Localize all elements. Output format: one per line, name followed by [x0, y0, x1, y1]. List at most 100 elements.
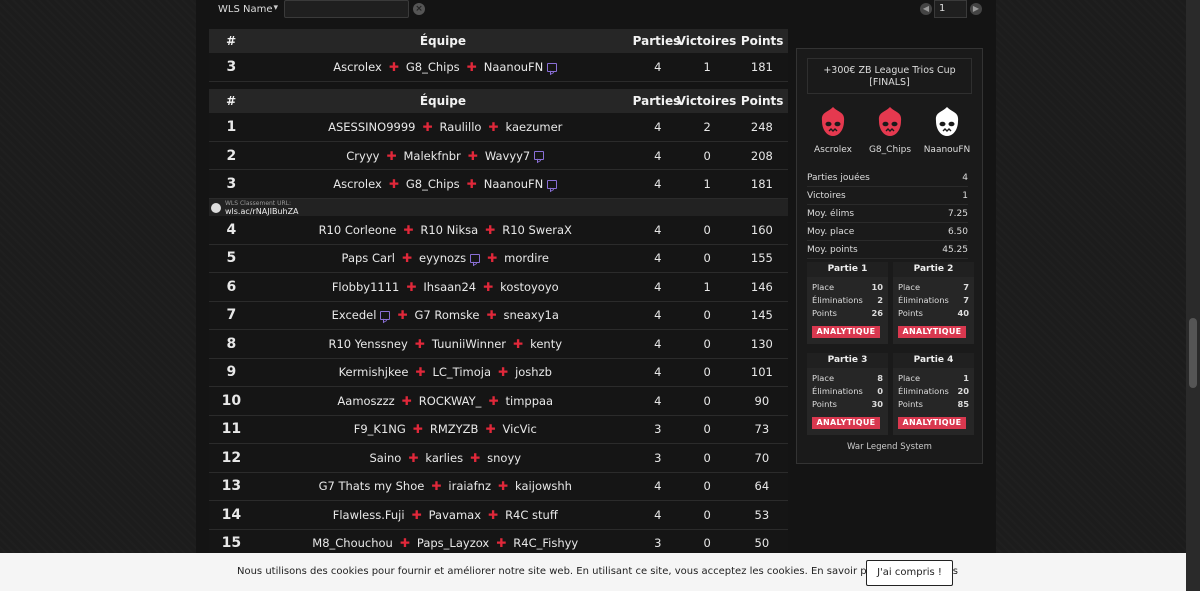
url-bar[interactable]: WLS Classement URL: wls.ac/rNAJIBuhZA	[209, 199, 788, 217]
player-name[interactable]: mordire	[504, 251, 549, 265]
player-name[interactable]: ROCKWAY_	[419, 394, 482, 408]
player-name[interactable]: Malekfnbr	[404, 149, 461, 163]
player-name[interactable]: NaanouFN	[484, 177, 544, 191]
clear-icon[interactable]: ×	[413, 3, 425, 15]
player-name[interactable]: R4C_Fishyy	[513, 536, 578, 550]
player-name[interactable]: Cryyy	[346, 149, 379, 163]
player-name[interactable]: ASESSINO9999	[328, 120, 415, 134]
player-name[interactable]: sneaxy1a	[504, 308, 559, 322]
points: 208	[750, 148, 773, 163]
table-row[interactable]: 9 Kermishjkee ✚ LC_Timoja ✚ joshzb 4 0 101	[209, 358, 788, 388]
player-name[interactable]: LC_Timoja	[432, 365, 491, 379]
player-name[interactable]: Aamoszzz	[337, 394, 394, 408]
parties: 4	[654, 148, 662, 163]
player-name[interactable]: Pavamax	[429, 508, 481, 522]
panel-player[interactable]: NaanouFN	[921, 103, 973, 155]
player-name[interactable]: Ascrolex	[333, 60, 382, 74]
separator-cross-icon: ✚	[485, 422, 496, 437]
separator-cross-icon: ✚	[470, 450, 481, 465]
player-name[interactable]: eyynozs	[419, 251, 466, 265]
player-name[interactable]: R10 SweraX	[502, 223, 572, 237]
player-name[interactable]: R4C stuff	[505, 508, 558, 522]
player-name[interactable]: Wavyy7	[485, 149, 530, 163]
analytique-button[interactable]: ANALYTIQUE	[898, 417, 966, 429]
player-name[interactable]: Paps Carl	[342, 251, 395, 265]
player-name[interactable]: TuuniiWinner	[432, 337, 506, 351]
game-elims-value: 7	[963, 294, 969, 305]
page-scrollbar[interactable]	[1186, 0, 1200, 591]
table-row[interactable]: 13 G7 Thats my Shoe ✚ iraiafnz ✚ kaijowshh 4 0 6…	[209, 472, 788, 502]
player-name[interactable]: Excedel	[332, 308, 377, 322]
twitch-icon[interactable]	[470, 253, 481, 263]
twitch-icon[interactable]	[547, 62, 558, 72]
table-row[interactable]: 4 R10 Corleone ✚ R10 Niksa ✚ R10 SweraX 4 0 160	[209, 216, 788, 245]
table-row[interactable]: 5 Paps Carl ✚ eyynozs ✚ mordire 4 0 155	[209, 244, 788, 274]
player-name[interactable]: kaezumer	[505, 120, 562, 134]
player-name[interactable]: Raulillo	[440, 120, 482, 134]
cookie-accept-button[interactable]: J'ai compris !	[866, 560, 953, 586]
table-row[interactable]: 8 R10 Yenssney ✚ TuuniiWinner ✚ kenty 4 0 130	[209, 330, 788, 359]
team-detail-panel: +300€ ZB League Trios Cup [FINALS] Ascro…	[796, 48, 983, 464]
player-name[interactable]: karlies	[425, 451, 463, 465]
scrollbar-thumb[interactable]	[1189, 318, 1197, 388]
player-name[interactable]: timppaa	[506, 394, 554, 408]
analytique-button[interactable]: ANALYTIQUE	[812, 326, 880, 338]
player-name[interactable]: F9_K1NG	[354, 422, 406, 436]
player-name[interactable]: iraiafnz	[448, 479, 491, 493]
rank: 14	[221, 506, 242, 523]
url-value[interactable]: wls.ac/rNAJIBuhZA	[225, 208, 299, 216]
table-row[interactable]: 12 Saino ✚ karlies ✚ snoyy 3 0 70	[209, 444, 788, 473]
player-name[interactable]: Paps_Layzox	[417, 536, 489, 550]
player-name[interactable]: R10 Corleone	[319, 223, 397, 237]
player-name[interactable]: G8_Chips	[406, 60, 460, 74]
player-name[interactable]: G7 Thats my Shoe	[319, 479, 425, 493]
player-name[interactable]: VicVic	[503, 422, 537, 436]
search-input[interactable]	[284, 0, 409, 18]
twitch-icon[interactable]	[547, 179, 558, 189]
twitch-icon[interactable]	[380, 310, 391, 320]
highlight-row[interactable]: 3 Ascrolex ✚ G8_Chips ✚ NaanouFN 4 1 181	[209, 53, 788, 82]
player-name[interactable]: M8_Chouchou	[312, 536, 393, 550]
player-name[interactable]: kostoyoyo	[500, 280, 559, 294]
table-row[interactable]: 14 Flawless.Fuji ✚ Pavamax ✚ R4C stuff 4 0 53	[209, 501, 788, 530]
player-name[interactable]: kenty	[530, 337, 562, 351]
rank: 1	[226, 118, 237, 135]
panel-player[interactable]: G8_Chips	[864, 103, 916, 155]
player-name[interactable]: Saino	[369, 451, 401, 465]
table-row[interactable]: 6 Flobby1111 ✚ Ihsaan24 ✚ kostoyoyo 4 1 146	[209, 273, 788, 302]
table-row[interactable]: 1 ASESSINO9999 ✚ Raulillo ✚ kaezumer 4 2 248	[209, 113, 788, 142]
player-name[interactable]: kaijowshh	[515, 479, 572, 493]
player-name[interactable]: Flawless.Fuji	[333, 508, 405, 522]
player-name[interactable]: G7 Romske	[415, 308, 480, 322]
player-name[interactable]: Flobby1111	[332, 280, 400, 294]
table-row[interactable]: 7 Excedel ✚ G7 Romske ✚ sneaxy1a 4 0 145	[209, 301, 788, 331]
table-row[interactable]: 3 Ascrolex ✚ G8_Chips ✚ NaanouFN 4 1 181	[209, 170, 788, 200]
table-row[interactable]: 11 F9_K1NG ✚ RMZYZB ✚ VicVic 3 0 73	[209, 415, 788, 445]
table-row[interactable]: 10 Aamoszzz ✚ ROCKWAY_ ✚ timppaa 4 0 90	[209, 387, 788, 416]
player-name[interactable]: R10 Yenssney	[328, 337, 407, 351]
table-row[interactable]: 2 Cryyy ✚ Malekfnbr ✚ Wavyy7 4 0 208	[209, 141, 788, 171]
player-name[interactable]: snoyy	[487, 451, 521, 465]
page-input[interactable]: 1	[934, 0, 967, 18]
chevron-right-icon[interactable]: ▶	[970, 3, 982, 15]
twitch-icon[interactable]	[534, 151, 545, 161]
chevron-left-icon[interactable]: ◀	[920, 3, 932, 15]
analytique-button[interactable]: ANALYTIQUE	[812, 417, 880, 429]
panel-player[interactable]: Ascrolex	[807, 103, 859, 155]
victoires: 2	[703, 119, 711, 134]
game-points-label: Points	[812, 307, 837, 318]
analytique-button[interactable]: ANALYTIQUE	[898, 326, 966, 338]
parties: 3	[654, 422, 662, 437]
parties: 4	[654, 336, 662, 351]
player-name[interactable]: RMZYZB	[430, 422, 479, 436]
victoires: 0	[703, 365, 711, 380]
player-name[interactable]: Ihsaan24	[423, 280, 476, 294]
player-name[interactable]: R10 Niksa	[420, 223, 478, 237]
player-name[interactable]: joshzb	[515, 365, 552, 379]
filter-select[interactable]: WLS Name ▾	[212, 0, 282, 18]
player-name[interactable]: NaanouFN	[484, 60, 544, 74]
player-name[interactable]: Ascrolex	[333, 177, 382, 191]
separator-cross-icon: ✚	[408, 450, 419, 465]
player-name[interactable]: Kermishjkee	[339, 365, 409, 379]
player-name[interactable]: G8_Chips	[406, 177, 460, 191]
